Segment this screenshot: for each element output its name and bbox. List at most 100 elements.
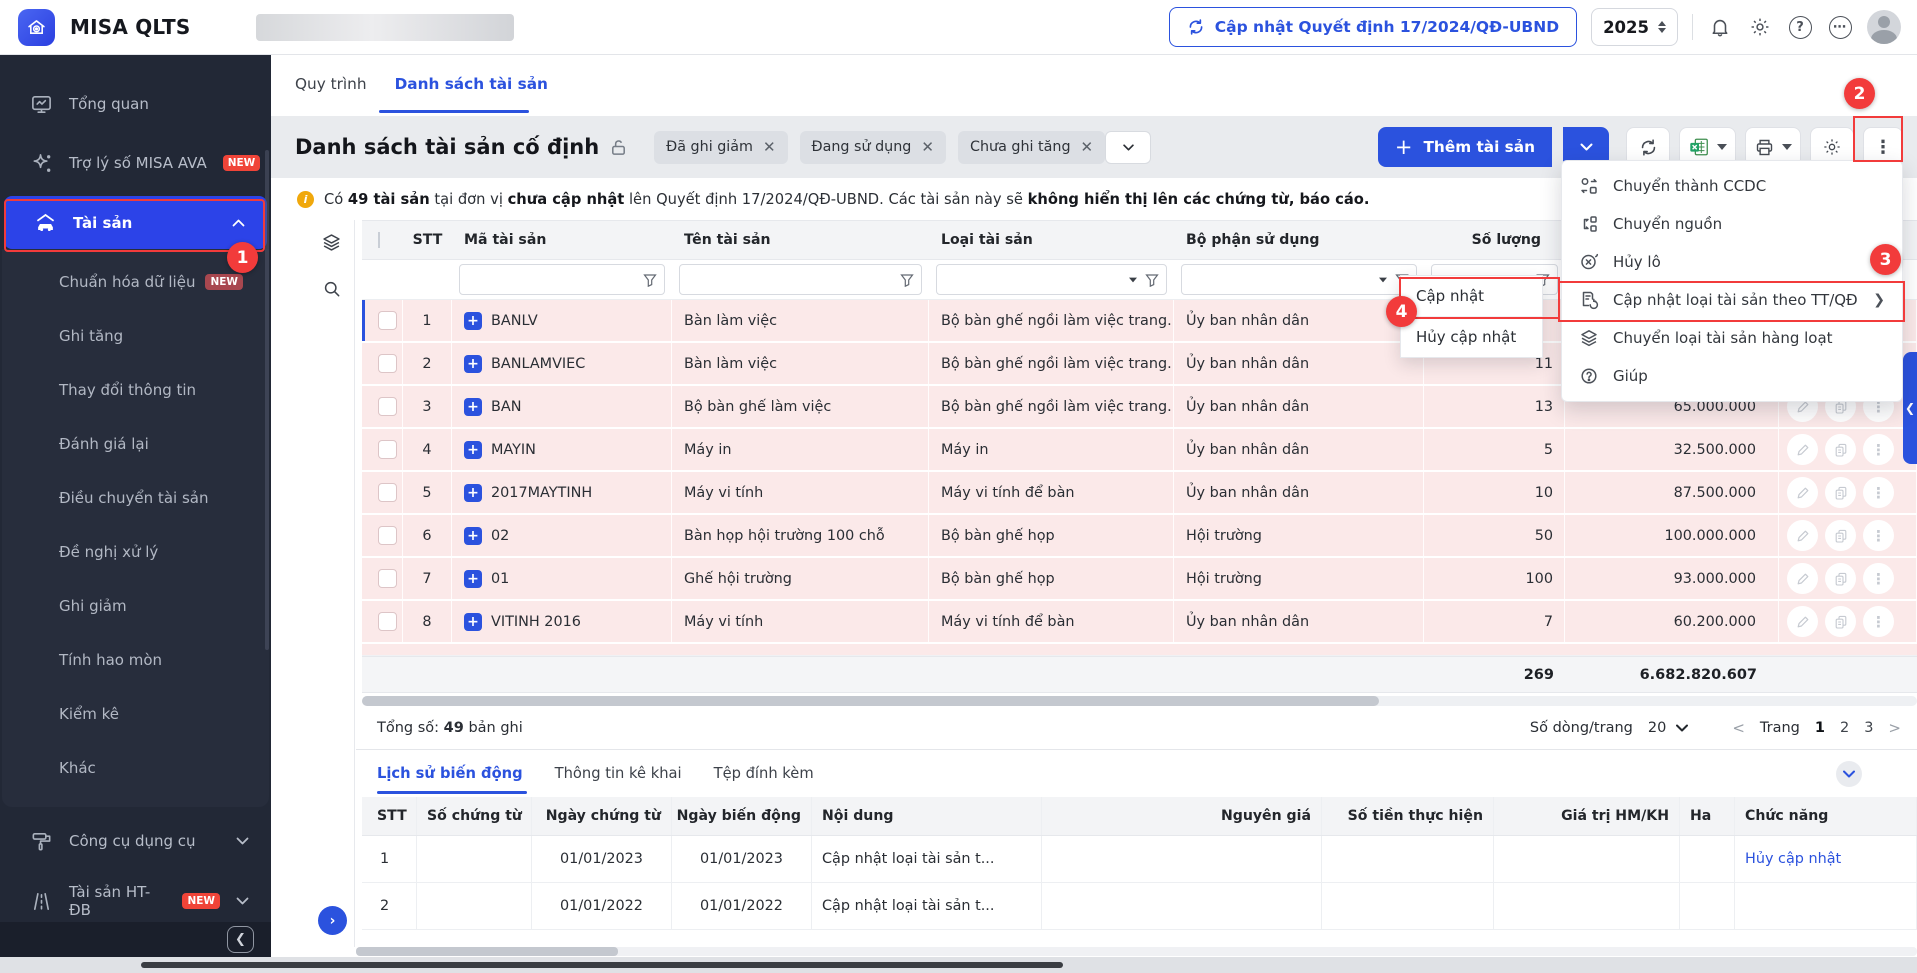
expand-row-icon[interactable]: + [464,484,482,502]
expand-row-icon[interactable]: + [464,527,482,545]
row-checkbox[interactable] [378,440,397,459]
horizontal-scrollbar[interactable] [362,696,1917,706]
row-checkbox[interactable] [378,483,397,502]
edit-icon[interactable] [1787,563,1818,594]
unlock-icon[interactable] [609,138,628,157]
row-checkbox[interactable] [378,311,397,330]
filter-dropdown-button[interactable] [1105,131,1151,164]
table-row[interactable]: 4 +MAYIN Máy in Máy in Ủy ban nhân dân 5… [362,429,1917,472]
sidebar-item-cong-cu-dung-cu[interactable]: Công cụ dụng cụ [0,817,271,865]
expand-row-icon[interactable]: + [464,355,482,373]
table-row[interactable]: 5 +2017MAYTINH Máy vi tính Máy vi tính đ… [362,472,1917,515]
sidebar-collapse-button[interactable]: ❮ [227,926,254,953]
row-kebab-icon[interactable]: ⋮ [1863,520,1894,551]
sidebar-item-tai-san[interactable]: Tài sản [4,196,267,249]
column-loai-tai-san[interactable]: Loại tài sản [929,232,1174,248]
close-icon[interactable]: ✕ [763,138,776,156]
row-checkbox[interactable] [378,612,397,631]
expand-row-icon[interactable]: + [464,613,482,631]
row-checkbox[interactable] [378,526,397,545]
menu-item-chuyen-nguon[interactable]: Chuyển nguồn [1562,205,1902,243]
sidebar-submenu-item[interactable]: Đề nghị xử lý [2,525,269,579]
tab-danh-sach-tai-san[interactable]: Danh sách tài sản [395,75,548,93]
year-stepper-icon[interactable] [1658,21,1666,33]
gear-icon[interactable] [1747,14,1773,40]
page-number[interactable]: 3 [1864,720,1873,736]
sidebar-submenu-item[interactable]: Ghi tăng [2,309,269,363]
sidebar-submenu-item[interactable]: Đánh giá lại [2,417,269,471]
search-icon[interactable] [322,279,342,299]
expand-row-icon[interactable]: + [464,570,482,588]
row-checkbox[interactable] [378,397,397,416]
sidebar-submenu-item[interactable]: Điều chuyển tài sản [2,471,269,525]
page-number[interactable]: 2 [1840,720,1849,736]
filter-input-code[interactable] [459,264,665,295]
add-asset-button[interactable]: + Thêm tài sản [1378,127,1552,167]
select-all-checkbox[interactable] [378,232,380,248]
bell-icon[interactable] [1707,14,1733,40]
copy-icon[interactable] [1825,520,1856,551]
help-icon[interactable]: ? [1787,14,1813,40]
copy-icon[interactable] [1825,477,1856,508]
filter-select-dept[interactable] [1181,264,1417,295]
sidebar-item-tai-san-ht-db[interactable]: Tài sản HT-ĐB NEW [0,877,271,925]
filter-chip[interactable]: Đã ghi giảm ✕ [654,131,787,164]
right-panel-handle[interactable]: ❮ [1903,352,1917,464]
expand-row-icon[interactable]: + [464,312,482,330]
year-selector[interactable]: 2025 [1591,8,1678,46]
table-row[interactable]: 2 01/01/2022 01/01/2022 Cập nhật loại tà… [362,883,1917,930]
column-ma-tai-san[interactable]: Mã tài sản [452,232,672,248]
menu-item-cap-nhat-loai-tai-san[interactable]: Cập nhật loại tài sản theo TT/QĐ ❯ [1562,281,1902,319]
row-kebab-icon[interactable]: ⋮ [1863,477,1894,508]
close-icon[interactable]: ✕ [1081,138,1094,156]
filter-chip[interactable]: Đang sử dụng ✕ [800,131,946,164]
filter-select-type[interactable] [936,264,1167,295]
column-ten-tai-san[interactable]: Tên tài sản [672,232,929,248]
tab-thong-tin-ke-khai[interactable]: Thông tin kê khai [555,765,682,782]
sidebar-submenu-item[interactable]: Kiểm kê [2,687,269,741]
edit-icon[interactable] [1787,520,1818,551]
table-row[interactable]: 8 +VITINH 2016 Máy vi tính Máy vi tính đ… [362,601,1917,644]
more-icon[interactable]: ⋯ [1827,14,1853,40]
menu-item-huy-lo[interactable]: Hủy lô [1562,243,1902,281]
menu-item-chuyen-thanh-ccdc[interactable]: Chuyển thành CCDC [1562,167,1902,205]
page-number[interactable]: 1 [1815,720,1825,736]
menu-item-chuyen-loai-hang-loat[interactable]: Chuyển loại tài sản hàng loạt [1562,319,1902,357]
table-row[interactable]: 7 +01 Ghế hội trường Bộ bàn ghế họp Hội … [362,558,1917,601]
edit-icon[interactable] [1787,606,1818,637]
scrollbar-thumb[interactable] [362,696,1379,706]
tab-quy-trinh[interactable]: Quy trình [295,75,367,93]
sidebar-submenu-item[interactable]: Tính hao mòn [2,633,269,687]
next-page-button[interactable]: > [1888,719,1901,737]
sidebar-item-misa-ava[interactable]: Trợ lý số MISA AVA NEW [0,140,271,186]
sidebar-scrollbar[interactable] [265,150,269,650]
bottom-scrollbar-thumb[interactable] [141,962,1063,968]
expand-row-icon[interactable]: + [464,398,482,416]
row-kebab-icon[interactable]: ⋮ [1863,563,1894,594]
huy-cap-nhat-link[interactable]: Hủy cập nhật [1745,851,1841,867]
tab-tep-dinh-kem[interactable]: Tệp đính kèm [714,765,814,782]
edit-icon[interactable] [1787,434,1818,465]
sidebar-submenu-item[interactable]: Chuẩn hóa dữ liệu NEW [2,255,269,309]
column-so-luong[interactable]: Số lượng [1424,232,1565,248]
row-checkbox[interactable] [378,354,397,373]
copy-icon[interactable] [1825,563,1856,594]
scrollbar-thumb[interactable] [356,947,618,956]
expand-row-icon[interactable]: + [464,441,482,459]
row-checkbox[interactable] [378,569,397,588]
sidebar-submenu-item[interactable]: Thay đổi thông tin [2,363,269,417]
horizontal-scrollbar[interactable] [356,947,1917,956]
close-icon[interactable]: ✕ [921,138,934,156]
filter-chip[interactable]: Chưa ghi tăng ✕ [958,131,1105,164]
table-row[interactable]: 6 +02 Bàn họp hội trường 100 chỗ Bộ bàn … [362,515,1917,558]
row-kebab-icon[interactable]: ⋮ [1863,606,1894,637]
column-stt[interactable]: STT [403,232,452,248]
row-kebab-icon[interactable]: ⋮ [1863,434,1894,465]
edit-icon[interactable] [1787,477,1818,508]
filter-input-name[interactable] [679,264,922,295]
submenu-item-cap-nhat[interactable]: Cập nhật [1401,276,1542,316]
collapse-panel-button[interactable] [1836,761,1862,787]
layers-icon[interactable] [321,232,342,253]
sidebar-item-tong-quan[interactable]: Tổng quan [0,81,271,127]
avatar[interactable] [1867,10,1901,44]
